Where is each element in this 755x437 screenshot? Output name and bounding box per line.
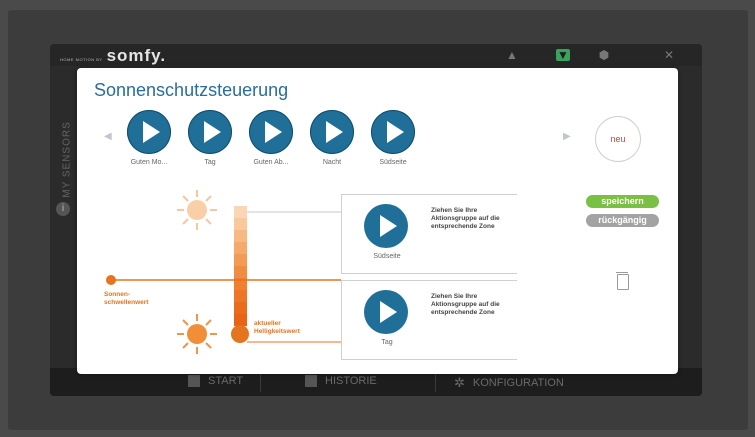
current-brightness-label: aktueller Helligkeitswert bbox=[254, 320, 300, 335]
filter-icon[interactable]: ▼ bbox=[556, 49, 570, 61]
sun-icon bbox=[177, 314, 217, 354]
sun-icon bbox=[177, 190, 217, 230]
app-topbar: HOME MOTION BY somfy. ▲ ▼ ⬢ ✕ bbox=[50, 44, 702, 66]
save-button[interactable]: speichern bbox=[586, 195, 659, 208]
play-icon[interactable] bbox=[364, 204, 408, 248]
info-icon[interactable]: i bbox=[56, 202, 70, 216]
zone-drop-target[interactable]: Tag Ziehen Sie Ihre Aktionsgruppe auf di… bbox=[341, 280, 517, 360]
threshold-label: Sonnen- schwellenwert bbox=[104, 291, 149, 306]
trash-icon[interactable] bbox=[616, 272, 629, 290]
nav-start[interactable]: START bbox=[188, 375, 243, 387]
divider bbox=[435, 372, 436, 392]
divider bbox=[260, 372, 261, 392]
brand: HOME MOTION BY somfy. bbox=[60, 46, 166, 66]
play-icon[interactable] bbox=[364, 290, 408, 334]
start-icon bbox=[188, 375, 200, 387]
undo-button[interactable]: rückgängig bbox=[586, 214, 659, 227]
zone-hint: Ziehen Sie Ihre Aktionsgruppe auf die en… bbox=[431, 207, 500, 230]
zone-hint: Ziehen Sie Ihre Aktionsgruppe auf die en… bbox=[431, 293, 500, 316]
brand-tagline: HOME MOTION BY bbox=[60, 57, 103, 62]
sun-protection-dialog: Sonnenschutzsteuerung ◀ ▶ Guten Mo... Ta… bbox=[77, 68, 678, 374]
zone-label: Tag bbox=[381, 339, 393, 346]
home-icon[interactable]: ⬢ bbox=[597, 49, 611, 61]
brand-logo: somfy. bbox=[106, 46, 167, 65]
nav-historie-label: HISTORIE bbox=[325, 375, 377, 387]
nav-historie[interactable]: HISTORIE bbox=[305, 375, 377, 387]
threshold-handle bbox=[106, 275, 116, 285]
close-icon[interactable]: ✕ bbox=[662, 49, 676, 61]
nav-konfiguration[interactable]: ✲ KONFIGURATION bbox=[454, 375, 564, 391]
side-label[interactable]: MY SENSORS bbox=[62, 115, 73, 205]
zone-drop-target[interactable]: Südseite Ziehen Sie Ihre Aktionsgruppe a… bbox=[341, 194, 517, 274]
brightness-scale bbox=[231, 206, 249, 343]
nav-start-label: START bbox=[208, 375, 244, 387]
gear-icon: ✲ bbox=[454, 375, 465, 390]
nav-konfiguration-label: KONFIGURATION bbox=[472, 377, 564, 389]
zone-label: Südseite bbox=[373, 253, 401, 260]
history-icon bbox=[305, 375, 317, 387]
warning-icon[interactable]: ▲ bbox=[505, 49, 519, 61]
